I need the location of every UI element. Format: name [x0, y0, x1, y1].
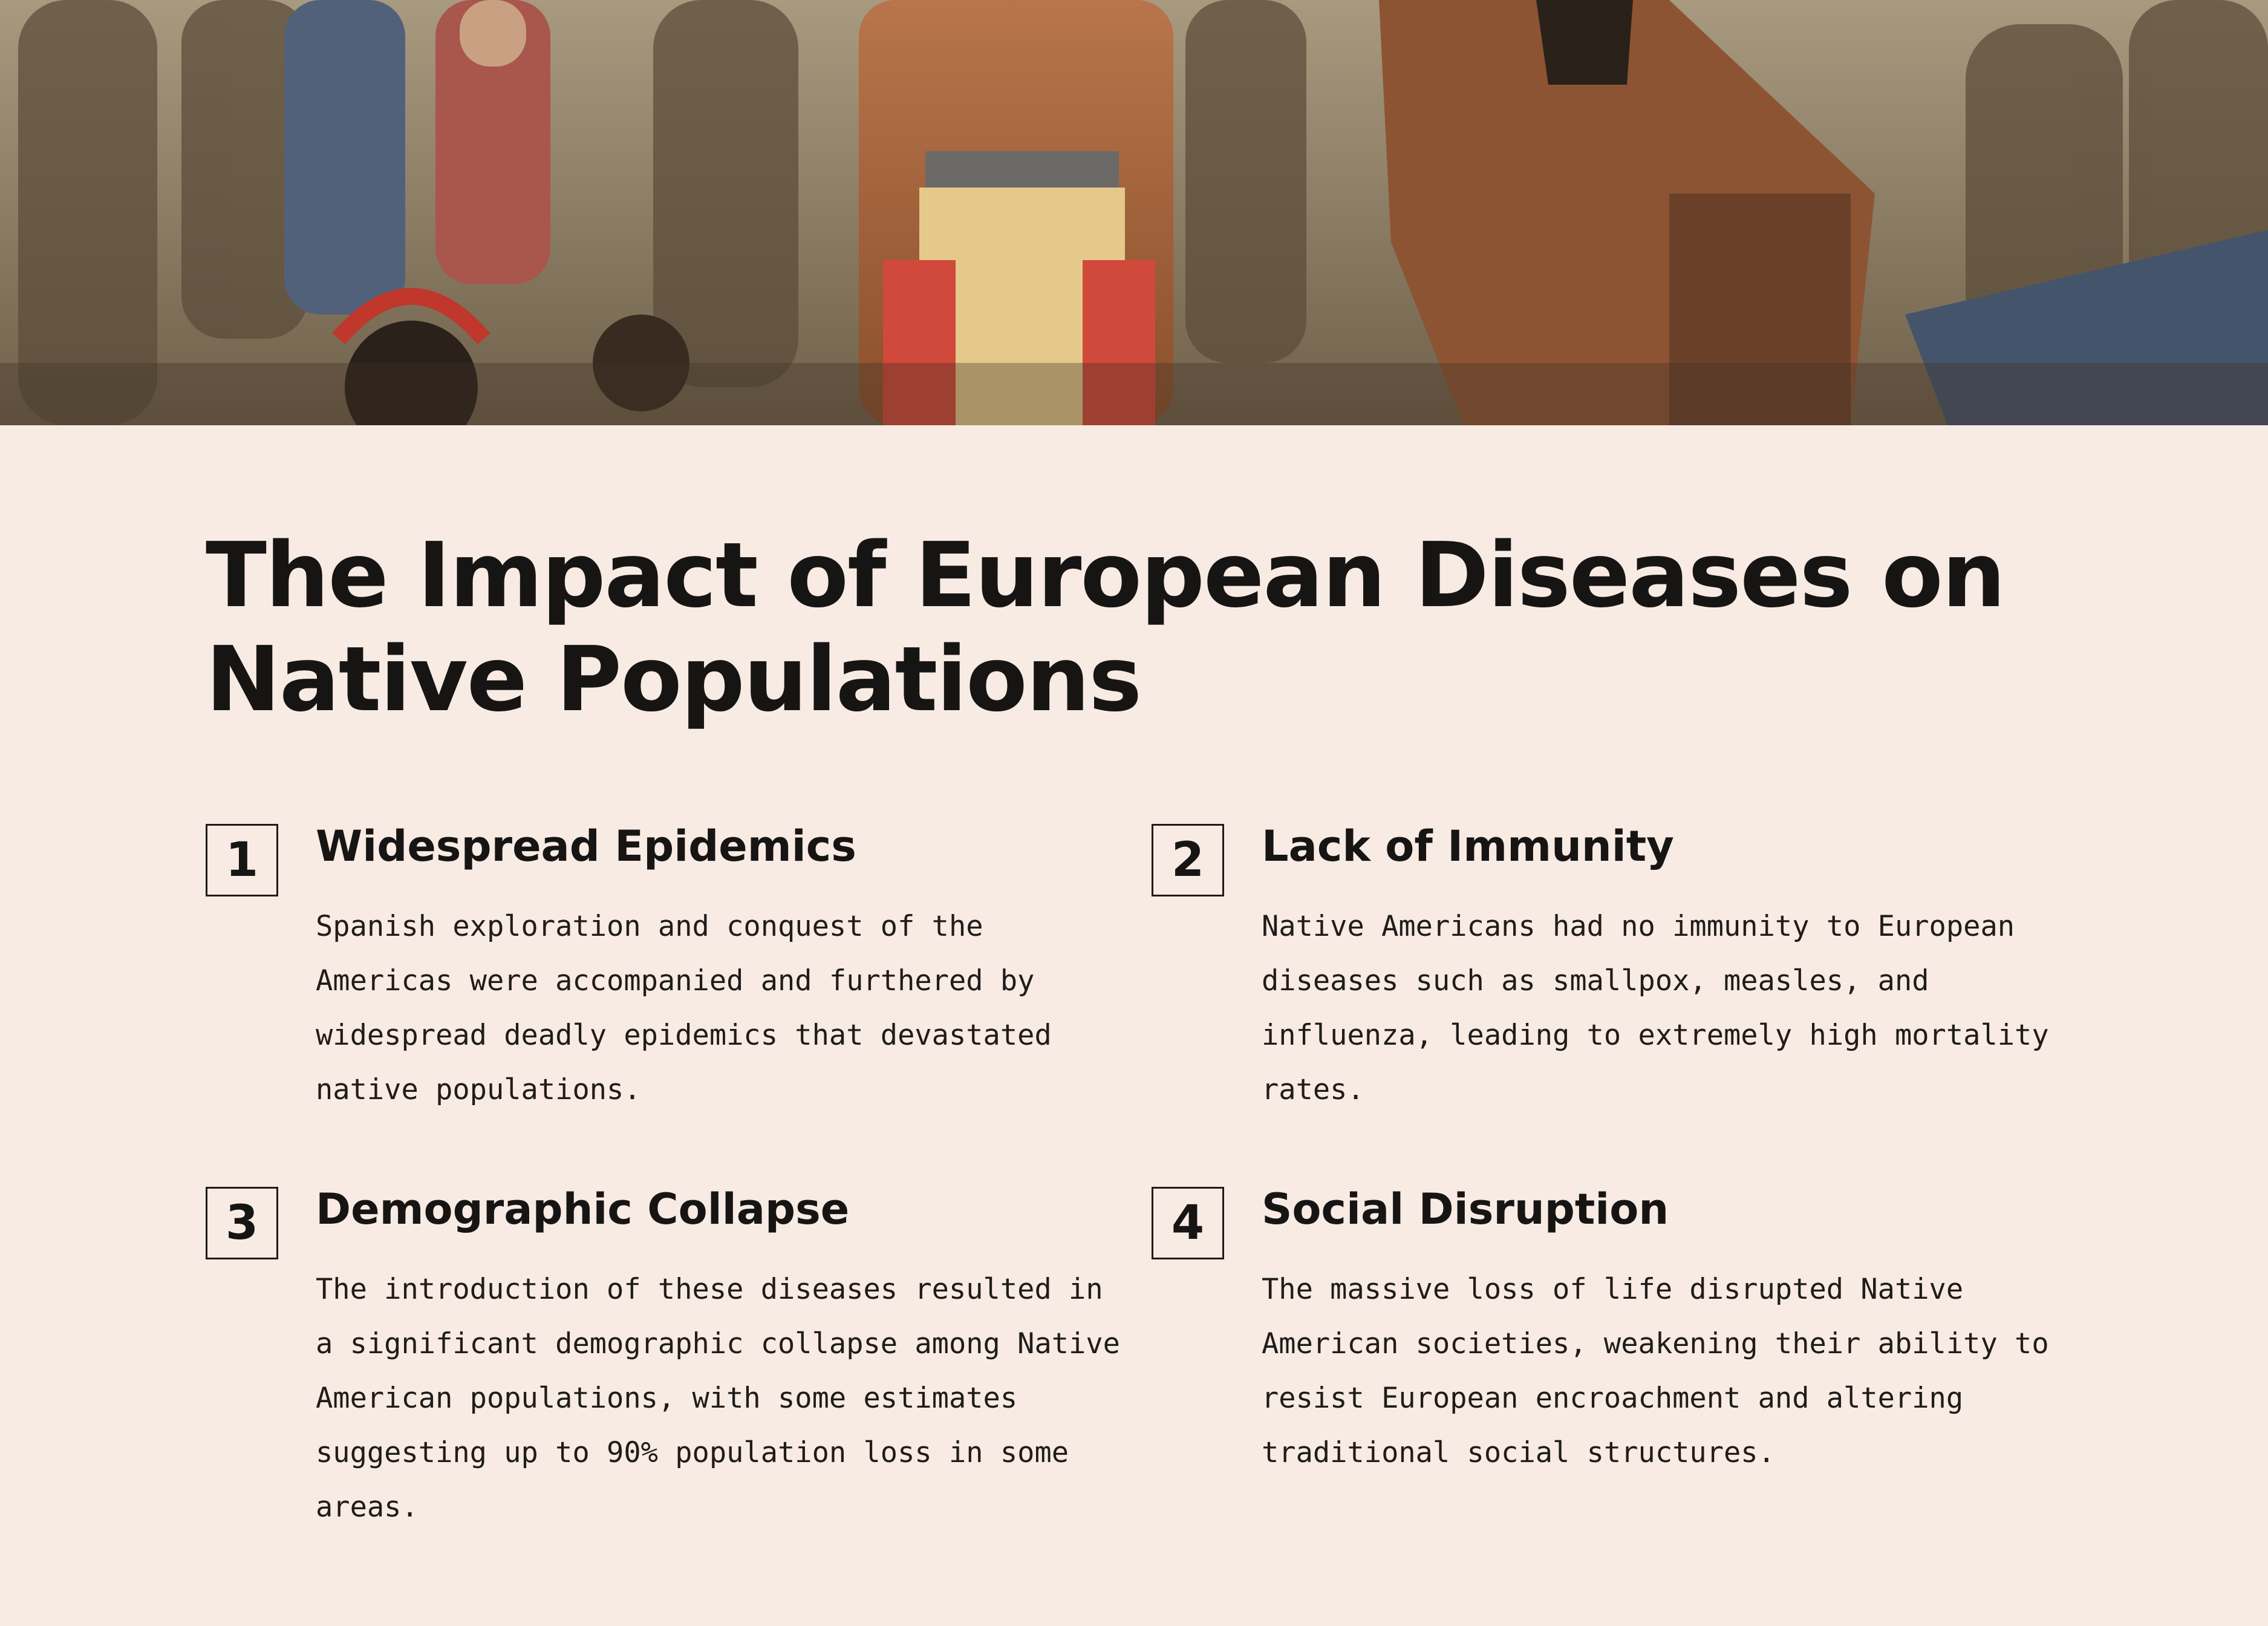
- item-number-box: 1: [206, 824, 278, 896]
- item-number-box: 2: [1152, 824, 1224, 896]
- item-description: Native Americans had no immunity to Euro…: [1262, 910, 2049, 1106]
- item-description: Spanish exploration and conquest of the …: [316, 910, 1052, 1106]
- slide-title: The Impact of European Diseases on Nativ…: [206, 523, 2006, 731]
- item-description: The introduction of these diseases resul…: [316, 1273, 1120, 1524]
- item-heading: Social Disruption: [1262, 1184, 1669, 1234]
- item-number-box: 3: [206, 1187, 278, 1259]
- item-heading: Demographic Collapse: [316, 1184, 850, 1234]
- item-number-box: 4: [1152, 1187, 1224, 1259]
- item-description: The massive loss of life disrupted Nativ…: [1262, 1273, 2049, 1469]
- item-heading: Widespread Epidemics: [316, 821, 856, 871]
- item-heading: Lack of Immunity: [1262, 821, 1674, 871]
- hero-illustration: [0, 0, 2268, 425]
